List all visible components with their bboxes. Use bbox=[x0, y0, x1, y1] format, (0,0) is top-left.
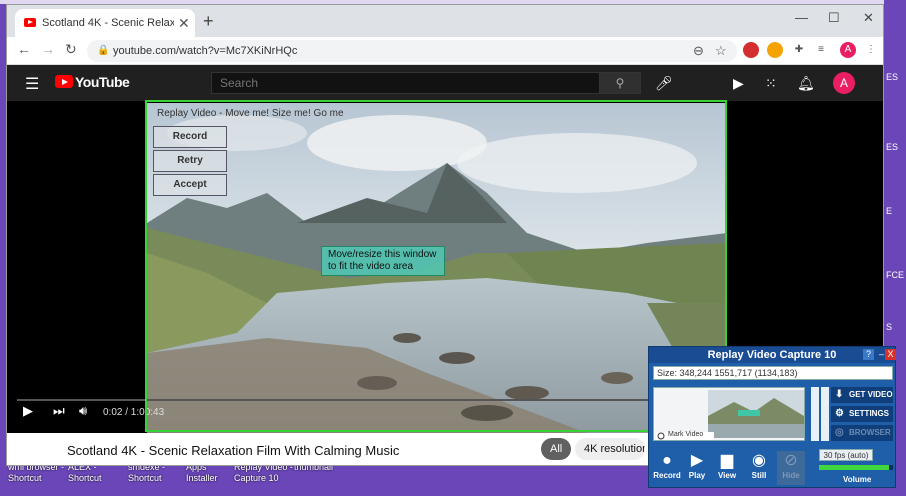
browser-toolbar: ← → ↻ 🔒 youtube.com/watch?v=Mc7XKiNrHQc … bbox=[7, 37, 883, 65]
panel-action-buttons: ● Record ▶ Play ▆ View ◉ Still ⊘ Hide bbox=[653, 451, 805, 485]
capture-region-frame[interactable]: Replay Video - Move me! Size me! Go me R… bbox=[145, 100, 727, 432]
maximize-button[interactable]: ☐ bbox=[828, 10, 840, 26]
panel-view-label: View bbox=[717, 471, 737, 480]
capture-frame-label: Replay Video - Move me! Size me! Go me bbox=[157, 108, 344, 119]
microphone-icon[interactable]: 🎤︎ bbox=[655, 75, 673, 92]
level-meter-left bbox=[811, 387, 819, 441]
tab-youtube[interactable]: Scotland 4K - Scenic Relaxation Film ✕ bbox=[15, 9, 195, 37]
volume-label: Volume bbox=[843, 475, 872, 484]
minimize-button[interactable]: — bbox=[795, 10, 808, 25]
desktop-right-label: S bbox=[886, 322, 893, 332]
panel-hide-label: Hide bbox=[782, 471, 800, 480]
lock-icon: 🔒 bbox=[97, 45, 110, 56]
volume-slider[interactable] bbox=[819, 465, 893, 470]
reload-icon[interactable]: ↻ bbox=[65, 41, 77, 58]
capture-preview: Mark Video bbox=[653, 387, 805, 441]
close-window-button[interactable]: ✕ bbox=[863, 10, 874, 26]
hide-eye-icon: ⊘ bbox=[784, 452, 798, 469]
panel-record-label: Record bbox=[653, 471, 681, 480]
panel-still-label: Still bbox=[751, 471, 767, 480]
notifications-bell-icon[interactable]: 🔔︎ bbox=[797, 75, 815, 92]
panel-title: Replay Video Capture 10 bbox=[649, 347, 895, 363]
help-button[interactable]: ? bbox=[863, 349, 874, 360]
next-video-icon[interactable]: ⏭ bbox=[53, 403, 65, 419]
desktop-right-label: E bbox=[886, 206, 893, 216]
record-button[interactable]: Record bbox=[153, 126, 227, 148]
volume-slider-fill bbox=[819, 465, 890, 470]
mark-video-label[interactable]: Mark Video bbox=[668, 431, 703, 438]
panel-view-button[interactable]: ▆ View bbox=[713, 451, 741, 485]
volume-icon[interactable]: 🔊︎ bbox=[79, 403, 87, 419]
panel-record-button[interactable]: ● Record bbox=[653, 451, 681, 485]
chip-all[interactable]: All bbox=[541, 438, 572, 460]
youtube-brand[interactable]: YouTube bbox=[75, 74, 130, 90]
chrome-extension-icon[interactable] bbox=[767, 42, 783, 58]
fps-selector[interactable]: 30 fps (auto) bbox=[819, 449, 873, 461]
replay-video-capture-panel: Replay Video Capture 10 ? – X Size: 348,… bbox=[648, 346, 896, 488]
search-box[interactable] bbox=[211, 72, 601, 94]
camera-icon: ◉ bbox=[752, 452, 766, 469]
back-arrow-icon[interactable]: ← bbox=[17, 41, 31, 57]
get-video-label: GET VIDEO bbox=[849, 390, 893, 399]
settings-label: SETTINGS bbox=[849, 409, 890, 418]
create-video-icon[interactable]: ▶ bbox=[733, 75, 744, 92]
settings-button[interactable]: ⚙ SETTINGS bbox=[831, 406, 893, 422]
download-icon: ⬇ bbox=[835, 389, 844, 400]
record-extension-icon[interactable] bbox=[743, 42, 759, 58]
search-button[interactable]: ⚲ bbox=[599, 72, 641, 94]
search-input[interactable] bbox=[212, 73, 600, 93]
browser-label: BROWSER bbox=[849, 428, 891, 437]
record-icon: ● bbox=[662, 452, 672, 469]
panel-play-button[interactable]: ▶ Play bbox=[683, 451, 711, 485]
bookmark-star-icon[interactable]: ☆ bbox=[715, 43, 727, 59]
level-meter-right bbox=[821, 387, 829, 441]
youtube-logo-icon[interactable] bbox=[55, 75, 73, 88]
chip-4k-resolution[interactable]: 4K resolution bbox=[575, 438, 645, 460]
retry-button[interactable]: Retry bbox=[153, 150, 227, 172]
get-video-button[interactable]: ⬇ GET VIDEO bbox=[831, 387, 893, 403]
browser-button[interactable]: ◎ BROWSER bbox=[831, 425, 893, 441]
youtube-favicon-icon bbox=[24, 18, 36, 27]
video-title: Scotland 4K - Scenic Relaxation Film Wit… bbox=[67, 443, 400, 458]
youtube-avatar[interactable]: A bbox=[833, 72, 855, 94]
panel-play-label: Play bbox=[688, 471, 706, 480]
panel-close-button[interactable]: X bbox=[885, 349, 896, 360]
folder-icon: ▆ bbox=[720, 452, 734, 469]
profile-avatar[interactable]: A bbox=[840, 42, 856, 58]
zoom-icon[interactable]: ⊖ bbox=[693, 43, 704, 59]
play-icon: ▶ bbox=[690, 452, 704, 469]
resize-hint-tooltip[interactable]: Move/resize this window to fit the video… bbox=[321, 246, 445, 276]
puzzle-extensions-icon[interactable]: ✚ bbox=[791, 42, 807, 58]
desktop-right-label: ES bbox=[886, 142, 899, 152]
apps-grid-icon[interactable]: ⁙ bbox=[765, 75, 777, 92]
address-bar[interactable]: 🔒 youtube.com/watch?v=Mc7XKiNrHQc ⊖ ☆ bbox=[87, 40, 737, 62]
accept-button[interactable]: Accept bbox=[153, 174, 227, 196]
desktop-icons: wmi browser - Shortcut ALEX - Shortcut s… bbox=[0, 462, 640, 496]
capture-size-field: Size: 348,244 1551,717 (1134,183) bbox=[653, 366, 893, 380]
tab-strip: Scotland 4K - Scenic Relaxation Film ✕ +… bbox=[7, 5, 883, 37]
youtube-header: ☰ YouTube ⚲ 🎤︎ ▶ ⁙ 🔔︎ A bbox=[7, 65, 883, 101]
play-icon[interactable]: ▶ bbox=[23, 403, 33, 419]
url-text: youtube.com/watch?v=Mc7XKiNrHQc bbox=[113, 45, 298, 57]
tab-close-icon[interactable]: ✕ bbox=[178, 15, 190, 32]
forward-arrow-icon[interactable]: → bbox=[41, 41, 55, 57]
new-tab-button[interactable]: + bbox=[203, 11, 214, 32]
desktop-right-label: FCE bbox=[886, 270, 904, 280]
gear-icon: ⚙ bbox=[835, 408, 844, 419]
more-menu-icon[interactable]: ⋮ bbox=[863, 42, 879, 58]
panel-hide-button[interactable]: ⊘ Hide bbox=[777, 451, 805, 485]
panel-still-button[interactable]: ◉ Still bbox=[745, 451, 773, 485]
desktop-right-label: ES bbox=[886, 72, 899, 82]
globe-icon: ◎ bbox=[835, 427, 844, 438]
hamburger-menu-icon[interactable]: ☰ bbox=[25, 74, 39, 94]
tab-title: Scotland 4K - Scenic Relaxation Film bbox=[42, 17, 174, 29]
media-queue-icon[interactable]: ≡ bbox=[813, 42, 829, 58]
